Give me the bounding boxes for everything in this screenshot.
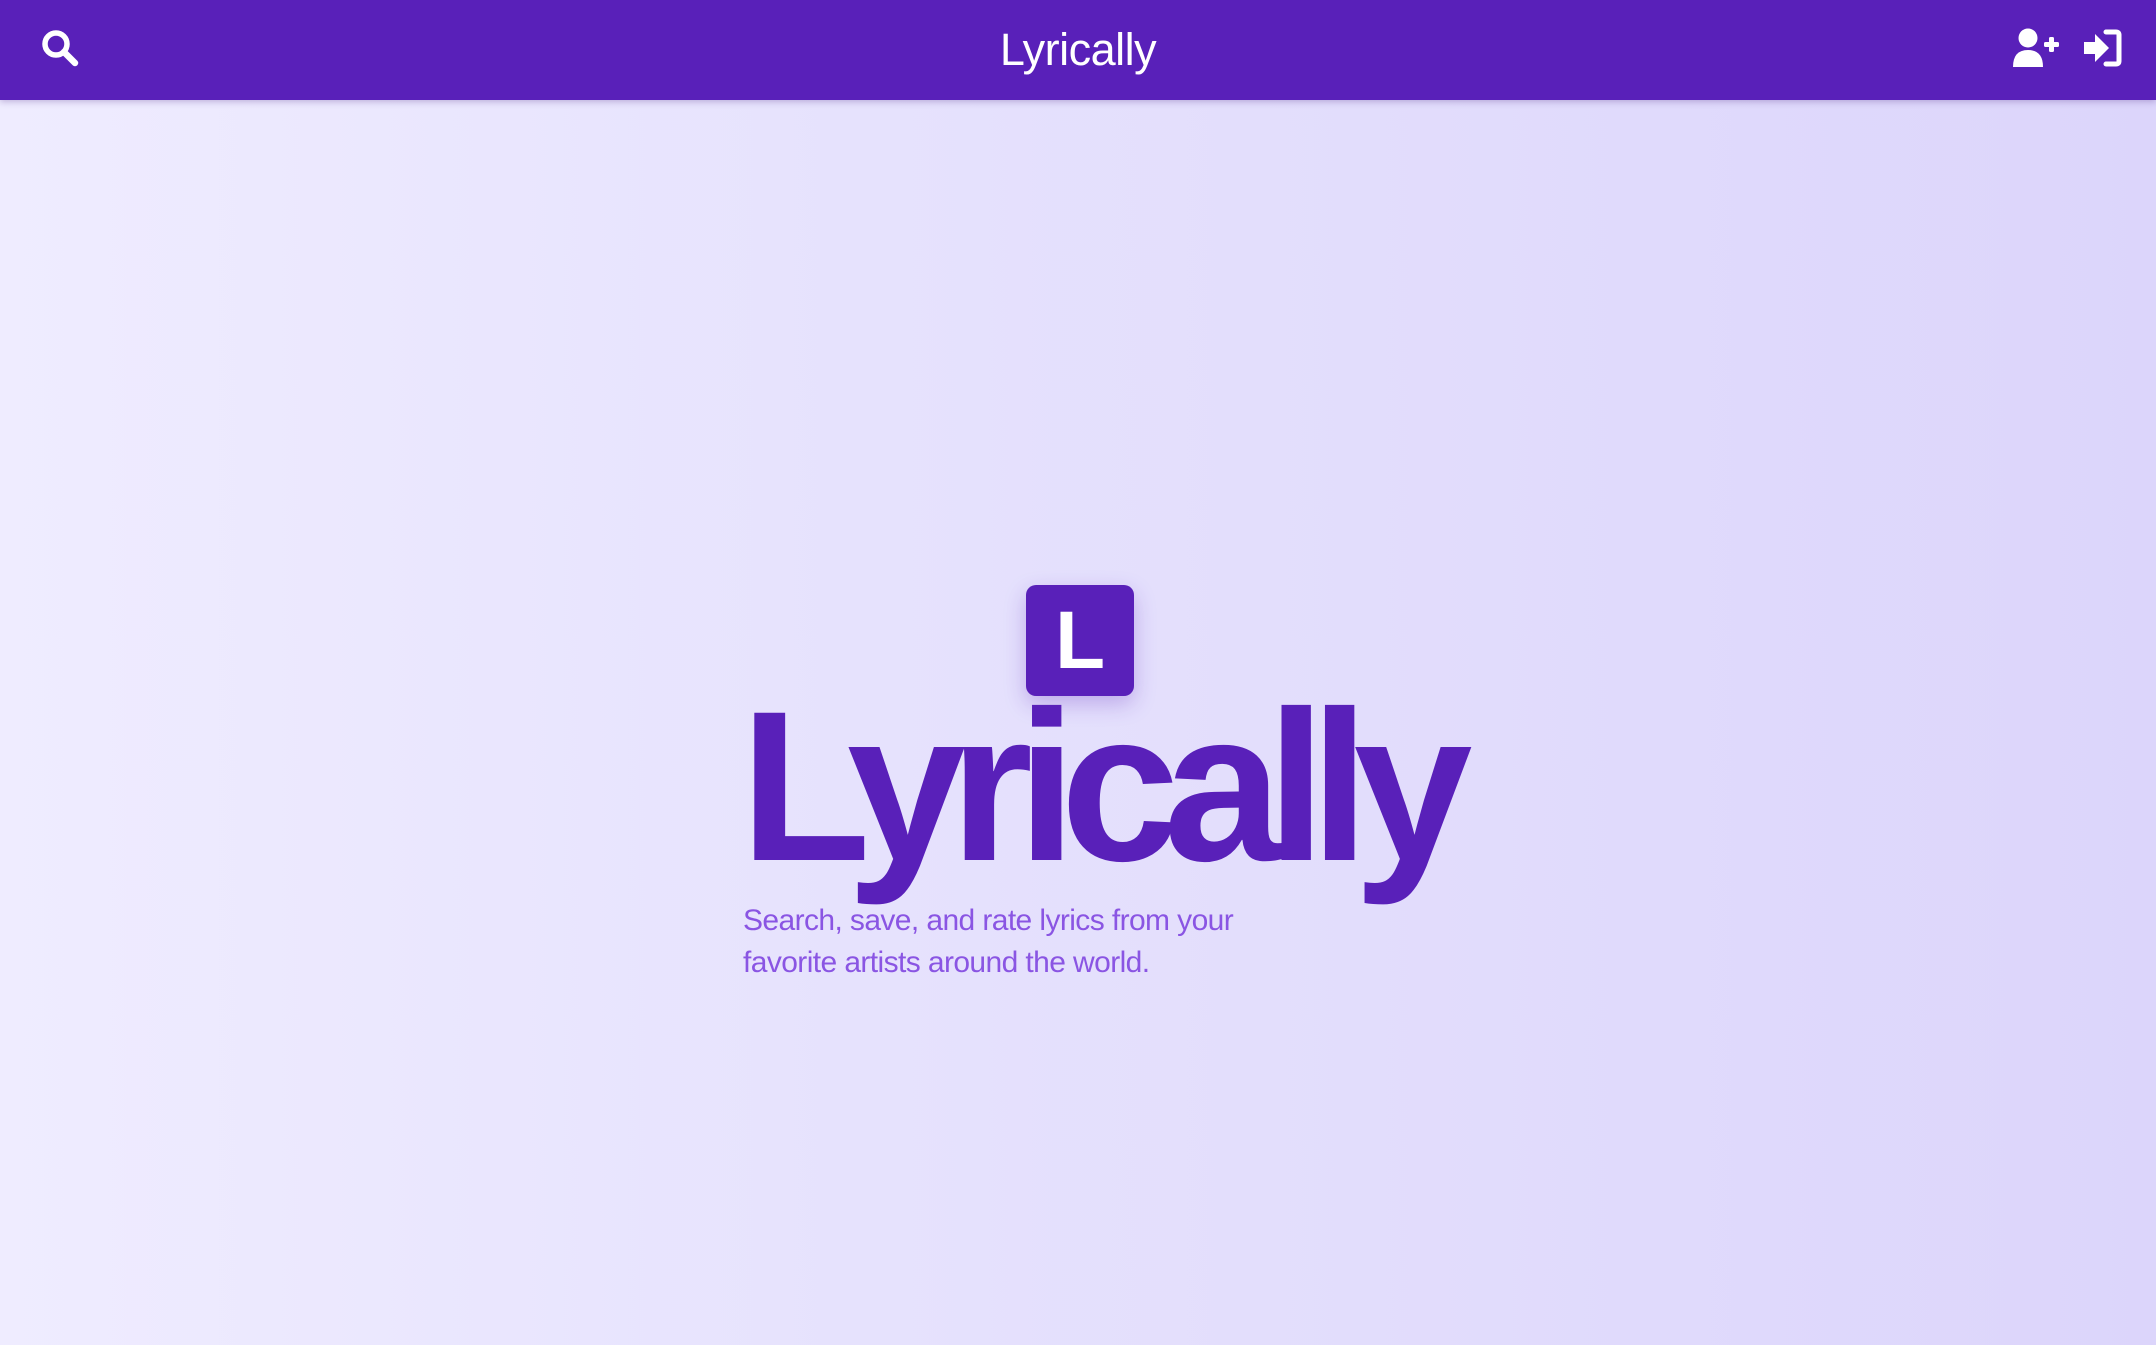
sign-in-icon (2082, 28, 2122, 73)
app-title-link[interactable]: Lyrically (1000, 24, 1157, 75)
top-navbar: Lyrically (0, 0, 2156, 100)
search-icon (40, 28, 80, 73)
sign-in-button[interactable] (2078, 26, 2126, 74)
hero-title: Lyrically (740, 667, 1473, 906)
search-button[interactable] (36, 26, 84, 74)
user-plus-icon (2011, 27, 2061, 74)
hero-subtitle: Search, save, and rate lyrics from your … (743, 904, 1234, 979)
sign-up-button[interactable] (2008, 26, 2064, 74)
app-title: Lyrically (0, 22, 2156, 78)
